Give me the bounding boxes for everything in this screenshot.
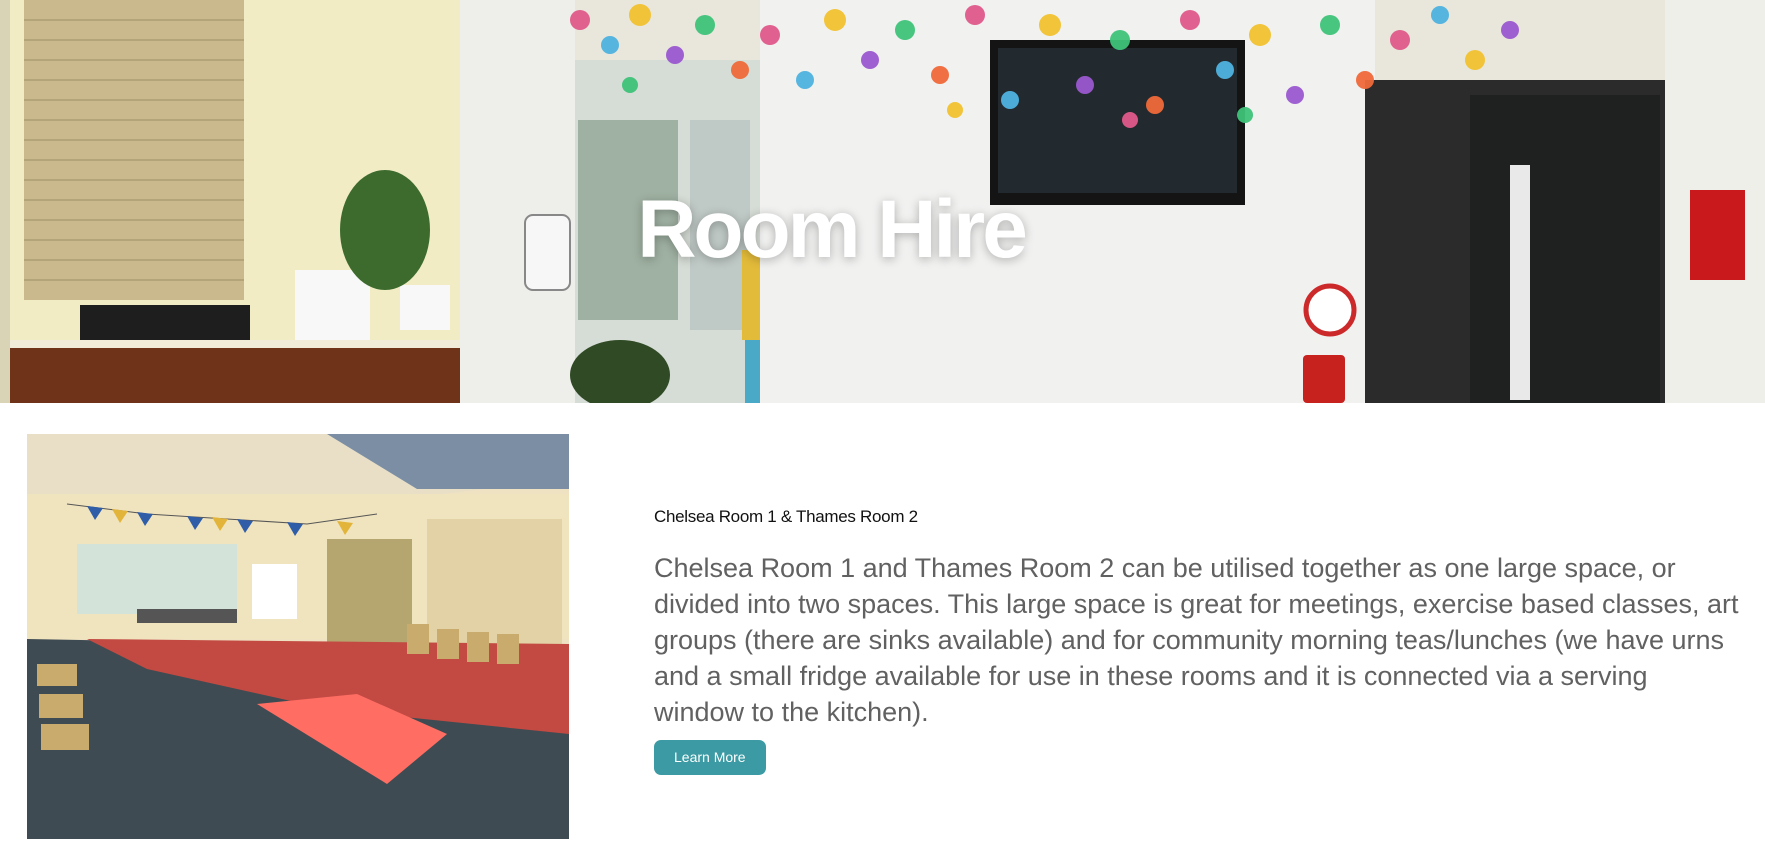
page-title: Room Hire (637, 183, 1028, 275)
room-description: Chelsea Room 1 and Thames Room 2 can be … (654, 553, 1739, 727)
room-photo (27, 434, 569, 839)
hero-banner: Room Hire (0, 0, 1765, 403)
learn-more-button[interactable]: Learn More (654, 740, 766, 775)
room-photo-image (27, 434, 569, 839)
room-heading: Chelsea Room 1 & Thames Room 2 (654, 507, 918, 526)
room-info: Chelsea Room 1 & Thames Room 2 Chelsea R… (654, 507, 1739, 775)
